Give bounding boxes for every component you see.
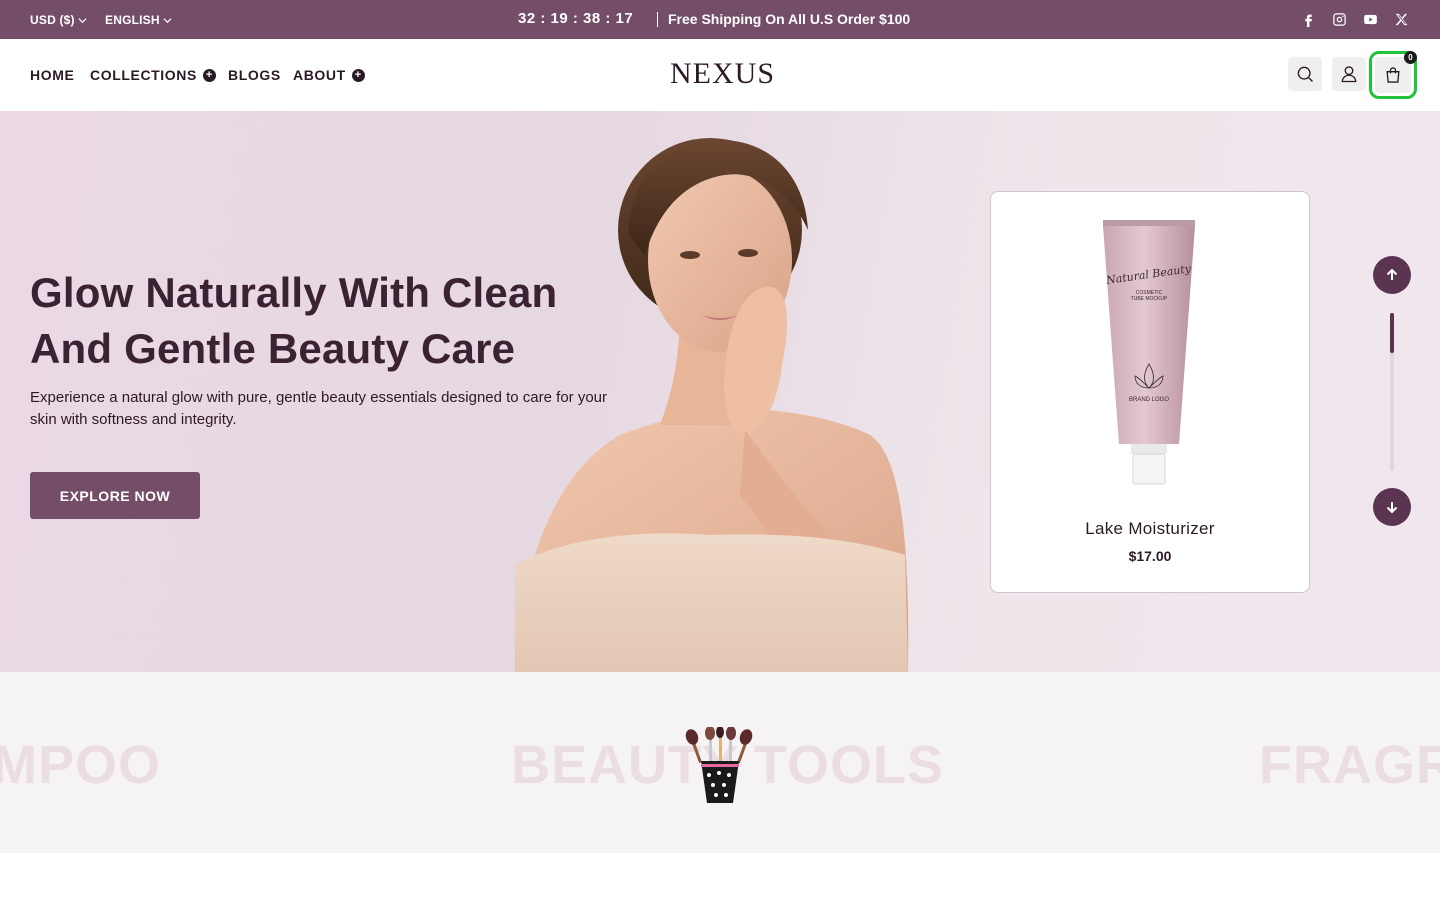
product-card[interactable]: Natural Beauty COSMETIC TUBE MOCKUP BRAN…: [990, 191, 1310, 593]
chevron-down-icon: [78, 17, 87, 23]
nav-about[interactable]: ABOUT +: [293, 67, 365, 83]
nav-blogs[interactable]: BLOGS: [228, 67, 281, 83]
shopping-bag-icon: [1386, 67, 1400, 83]
nav-home[interactable]: HOME: [30, 67, 74, 83]
search-button[interactable]: [1288, 57, 1322, 91]
announcement-bar: USD ($) ENGLISH 32 : 19 : 38 : 17 Free S…: [0, 0, 1440, 39]
product-price: $17.00: [1128, 548, 1172, 564]
nav-collections[interactable]: COLLECTIONS +: [90, 67, 216, 83]
slider-progress-thumb[interactable]: [1390, 313, 1394, 353]
language-label: ENGLISH: [105, 13, 160, 27]
plus-icon: +: [202, 68, 216, 82]
currency-label: USD ($): [30, 13, 75, 27]
nav-blogs-label: BLOGS: [228, 67, 281, 83]
product-name: Lake Moisturizer: [1085, 519, 1215, 538]
youtube-icon[interactable]: [1362, 11, 1379, 28]
cart-count-badge: 0: [1404, 51, 1417, 64]
hero-banner: Glow Naturally With Clean And Gentle Bea…: [0, 111, 1440, 672]
slider-progress-track[interactable]: [1390, 313, 1394, 471]
nav-about-label: ABOUT: [293, 67, 346, 83]
category-marquee: MPOO BEAUTY TOOLS FRAGR: [0, 672, 1440, 853]
divider: [657, 12, 658, 27]
nav-home-label: HOME: [30, 67, 75, 83]
product-image: Natural Beauty COSMETIC TUBE MOCKUP BRAN…: [1103, 220, 1195, 485]
site-header: HOME COLLECTIONS + BLOGS ABOUT + NEXUS 0: [0, 39, 1440, 111]
makeup-brush-cup-image: [685, 727, 753, 803]
facebook-icon[interactable]: [1300, 11, 1317, 28]
marquee-item-shampoo[interactable]: MPOO: [0, 734, 161, 796]
user-icon: [1341, 66, 1357, 83]
site-logo[interactable]: NEXUS: [670, 57, 774, 91]
tube-sub-text-2: TUBE MOCKUP: [1131, 296, 1168, 302]
x-icon[interactable]: [1393, 11, 1410, 28]
hero-title-line-1: Glow Naturally With Clean: [30, 269, 558, 316]
marquee-item-fragrance[interactable]: FRAGR: [1259, 734, 1440, 796]
tube-brand-text: BRAND LOGO: [1129, 397, 1169, 403]
language-selector[interactable]: ENGLISH: [105, 13, 172, 27]
slide-up-button[interactable]: [1373, 256, 1411, 294]
hero-title-line-2: And Gentle Beauty Care: [30, 325, 516, 372]
search-icon: [1297, 66, 1313, 82]
instagram-icon[interactable]: [1331, 11, 1348, 28]
currency-selector[interactable]: USD ($): [30, 13, 87, 27]
explore-now-button[interactable]: EXPLORE NOW: [30, 472, 200, 519]
nav-collections-label: COLLECTIONS: [90, 67, 197, 83]
promo-text: Free Shipping On All U.S Order $100: [668, 11, 911, 27]
arrow-down-icon: [1386, 502, 1398, 514]
cart-button[interactable]: 0: [1369, 51, 1417, 99]
plus-icon: +: [351, 68, 365, 82]
arrow-up-icon: [1386, 268, 1398, 280]
hero-model-image: [515, 138, 909, 672]
chevron-down-icon: [163, 17, 172, 23]
slide-down-button[interactable]: [1373, 488, 1411, 526]
countdown-timer: 32 : 19 : 38 : 17: [518, 10, 634, 27]
account-button[interactable]: [1332, 57, 1366, 91]
